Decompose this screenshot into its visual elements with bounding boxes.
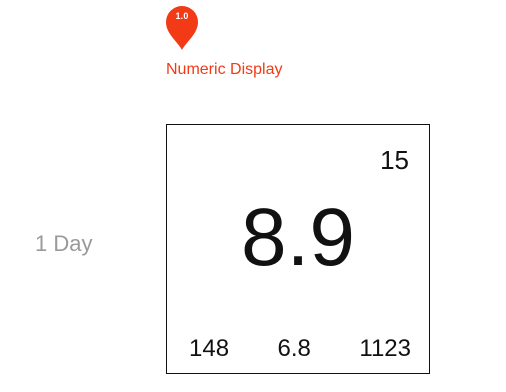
sub-value-3: 1123 — [359, 335, 411, 362]
sub-values-row: 148 6.8 1123 — [189, 335, 411, 363]
main-value: 8.9 — [241, 192, 355, 283]
numeric-display: 15 8.9 148 6.8 1123 — [166, 124, 430, 374]
corner-value: 15 — [380, 145, 409, 175]
sub-value-2: 6.8 — [277, 335, 311, 362]
page: 1.0 Numeric Display 1 Day 15 8.9 148 6.8… — [0, 0, 506, 392]
time-range-label: 1 Day — [35, 231, 93, 256]
component-caption: Numeric Display — [166, 61, 283, 78]
map-pin-icon: 1.0 — [164, 4, 200, 52]
version-badge: 1.0 — [175, 11, 189, 21]
sub-value-1: 148 — [189, 335, 230, 362]
